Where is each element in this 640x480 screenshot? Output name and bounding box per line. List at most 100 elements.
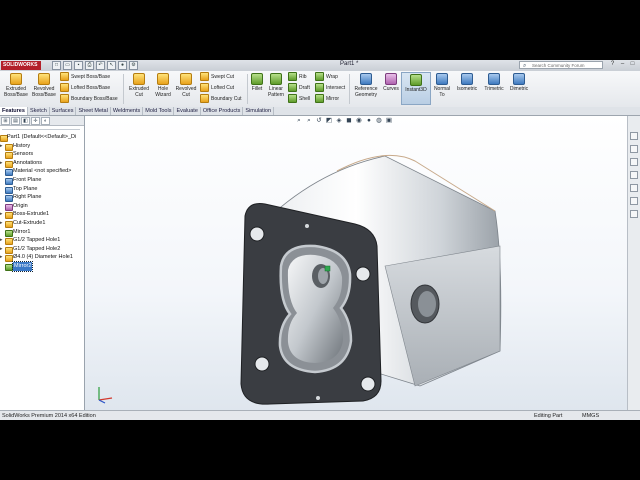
display-manager-tab-icon[interactable]: ◐	[41, 117, 50, 125]
tree-item-material[interactable]: Material <not specified>	[0, 167, 84, 177]
rib-button[interactable]: Rib	[288, 72, 307, 82]
reference-geometry-button[interactable]: Reference Geometry	[351, 73, 381, 98]
feature-tree-tab-icon[interactable]: ⊞	[1, 117, 10, 125]
revolved-cut-icon	[180, 73, 192, 85]
bolt-hole	[254, 356, 270, 372]
tab-weldments[interactable]: Weldments	[111, 107, 144, 115]
feature-manager-panel: ⊞ ▤ ◧ ✛ ◐ Part1 (Default<<Default>_Di ▸ H…	[0, 116, 85, 410]
undo-icon[interactable]: ↶	[96, 61, 105, 70]
editing-mode-label: Editing Part	[534, 413, 563, 419]
custom-properties-icon[interactable]	[630, 197, 638, 205]
forum-icon[interactable]	[630, 210, 638, 218]
extruded-boss-button[interactable]: Extruded Boss/Base	[2, 73, 30, 98]
tab-surfaces[interactable]: Surfaces	[50, 107, 77, 115]
hole-wizard-button[interactable]: Hole Wizard	[152, 73, 174, 98]
tree-item-mirror2[interactable]: Mirror2	[0, 260, 84, 272]
trimetric-button[interactable]: Trimetric	[481, 73, 507, 92]
design-library-icon[interactable]	[630, 145, 638, 153]
tree-root-part[interactable]: Part1 (Default<<Default>_Di	[0, 133, 84, 142]
rebuild-icon[interactable]: ●	[118, 61, 127, 70]
tab-sheet-metal[interactable]: Sheet Metal	[76, 107, 111, 115]
open-icon[interactable]: ▭	[63, 61, 72, 70]
pump-housing-model[interactable]	[85, 116, 627, 410]
appearances-icon[interactable]	[630, 184, 638, 192]
tree-item-cut-extrude1[interactable]: ▸ Cut-Extrude1	[0, 219, 84, 228]
tree-item-tapped-hole2[interactable]: ▸ G1/2 Tapped Hole2	[0, 245, 84, 254]
help-icon[interactable]: ?	[608, 60, 617, 69]
extruded-cut-button[interactable]: Extruded Cut	[126, 73, 152, 98]
view-palette-icon[interactable]	[630, 171, 638, 179]
tab-sketch[interactable]: Sketch	[28, 107, 50, 115]
isometric-button[interactable]: Isometric	[453, 73, 481, 92]
units-label[interactable]: MMGS	[582, 411, 599, 420]
triad-icon	[98, 387, 113, 404]
task-pane-strip	[627, 116, 640, 410]
mirror-icon	[5, 263, 13, 271]
tree-item-origin[interactable]: Origin	[0, 202, 84, 211]
swept-boss-button[interactable]: Swept Boss/Base	[60, 72, 110, 82]
tree-item-boss-extrude1[interactable]: ▸ Boss-Extrude1	[0, 210, 84, 220]
mirror-button[interactable]: Mirror	[315, 94, 339, 104]
tree-item-front-plane[interactable]: Front Plane	[0, 176, 84, 185]
normal-to-icon	[436, 73, 448, 85]
new-icon[interactable]: □	[52, 61, 61, 70]
tree-item-top-plane[interactable]: Top Plane	[0, 185, 84, 194]
save-icon[interactable]: ▪	[74, 61, 83, 70]
file-explorer-icon[interactable]	[630, 158, 638, 166]
configuration-tab-icon[interactable]: ◧	[21, 117, 30, 125]
property-manager-tab-icon[interactable]: ▤	[11, 117, 20, 125]
boundary-cut-button[interactable]: Boundary Cut	[200, 94, 242, 104]
tab-office-products[interactable]: Office Products	[201, 107, 244, 115]
status-bar: SolidWorks Premium 2014 x64 Edition Edit…	[0, 410, 640, 420]
tree-item-mirror1[interactable]: Mirror1	[0, 228, 84, 237]
curves-button[interactable]: Curves	[381, 73, 401, 92]
tree-item-annotations[interactable]: ▸ Annotations	[0, 159, 84, 168]
linear-pattern-button[interactable]: Linear Pattern	[265, 73, 287, 98]
revolved-cut-button[interactable]: Revolved Cut	[173, 73, 199, 98]
intersect-button[interactable]: Intersect	[315, 83, 345, 93]
linear-pattern-icon	[270, 73, 282, 85]
options-icon[interactable]: ⚙	[129, 61, 138, 70]
curves-icon	[385, 73, 397, 85]
selection-handle[interactable]	[324, 265, 331, 272]
revolved-boss-icon	[38, 73, 50, 85]
dimetric-button[interactable]: Dimetric	[507, 73, 531, 92]
swept-cut-button[interactable]: Swept Cut	[200, 72, 234, 82]
tree-item-right-plane[interactable]: Right Plane	[0, 193, 84, 203]
tab-evaluate[interactable]: Evaluate	[174, 107, 201, 115]
wrap-button[interactable]: Wrap	[315, 72, 338, 82]
tree-item-history[interactable]: ▸ History	[0, 142, 84, 151]
window-controls: ? – □	[608, 60, 637, 69]
print-icon[interactable]: ⎙	[85, 61, 94, 70]
shell-button[interactable]: Shell	[288, 94, 310, 104]
lofted-cut-button[interactable]: Lofted Cut	[200, 83, 234, 93]
graphics-area[interactable]: ⌕ ⌕ ↺ ◩ ◈ ◼ ◉ ● ◍ ▣	[85, 116, 627, 410]
solidworks-logo[interactable]: SOLIDWORKS	[1, 61, 41, 70]
tree-filter[interactable]	[2, 129, 80, 130]
select-icon[interactable]: ↖	[107, 61, 116, 70]
tab-simulation[interactable]: Simulation	[243, 107, 275, 115]
normal-to-button[interactable]: Normal To	[431, 73, 453, 98]
revolved-boss-button[interactable]: Revolved Boss/Base	[31, 73, 57, 98]
swept-cut-icon	[200, 72, 209, 81]
tab-mold-tools[interactable]: Mold Tools	[143, 107, 175, 115]
instant3d-button[interactable]: Instant3D	[401, 72, 431, 105]
draft-icon	[288, 83, 297, 92]
reference-geometry-icon	[360, 73, 372, 85]
panel-tabs: ⊞ ▤ ◧ ✛ ◐	[0, 116, 84, 126]
tree-item-diameter-hole1[interactable]: ▸ Ø4.0 (4) Diameter Hole1	[0, 253, 84, 263]
tree-item-sensors[interactable]: Sensors	[0, 150, 84, 160]
draft-button[interactable]: Draft	[288, 83, 310, 93]
tree-item-tapped-hole1[interactable]: ▸ G1/2 Tapped Hole1	[0, 236, 84, 246]
minimize-button[interactable]: –	[618, 60, 627, 69]
toolbar-divider	[123, 74, 124, 104]
lofted-cut-icon	[200, 83, 209, 92]
fillet-button[interactable]: Fillet	[249, 73, 265, 92]
search-input[interactable]: ⌕ Search Community Forum	[519, 61, 603, 69]
boundary-boss-button[interactable]: Boundary Boss/Base	[60, 94, 118, 104]
dimxpert-tab-icon[interactable]: ✛	[31, 117, 40, 125]
maximize-button[interactable]: □	[628, 60, 637, 69]
tab-features[interactable]: Features	[0, 107, 28, 115]
lofted-boss-button[interactable]: Lofted Boss/Base	[60, 83, 110, 93]
resources-icon[interactable]	[630, 132, 638, 140]
